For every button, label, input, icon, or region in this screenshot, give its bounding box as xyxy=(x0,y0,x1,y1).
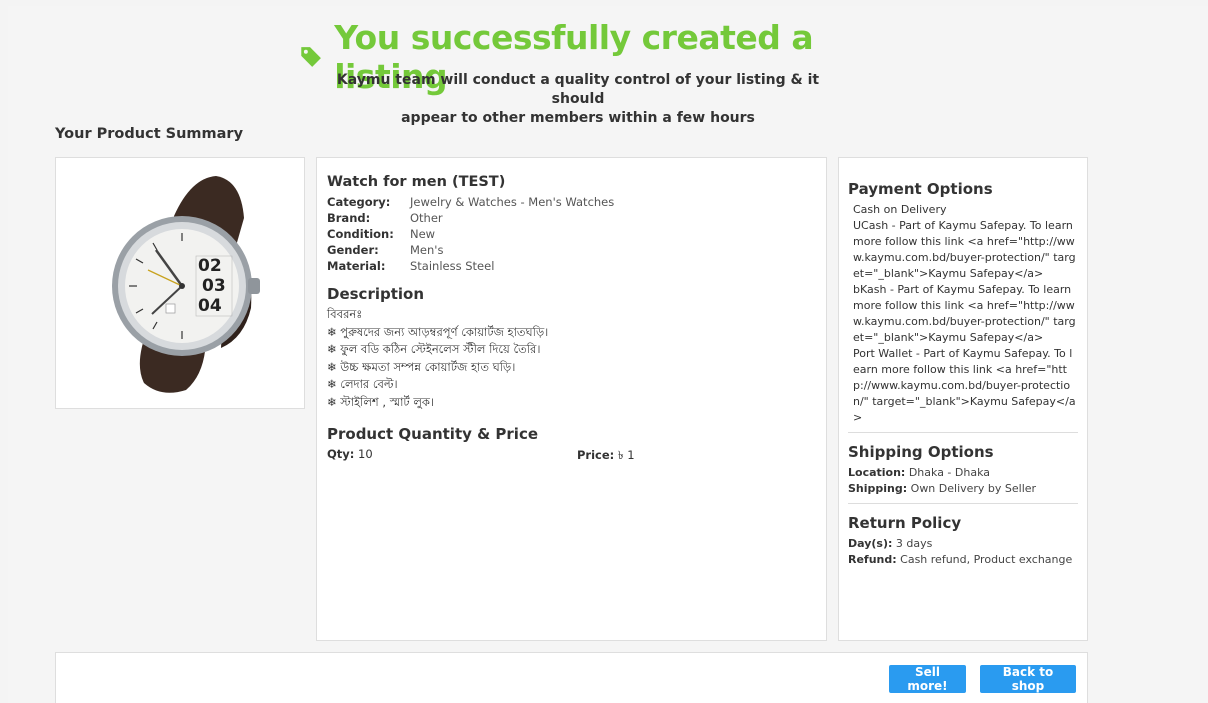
spec-key: Gender: xyxy=(327,243,379,257)
success-subtitle: Kaymu team will conduct a quality contro… xyxy=(318,71,838,128)
shipping-options-heading: Shipping Options xyxy=(848,443,994,461)
shipping-value: Own Delivery by Seller xyxy=(910,482,1037,495)
spec-value: New xyxy=(410,227,436,241)
divider xyxy=(848,432,1078,433)
watch-image: 02 03 04 xyxy=(112,176,260,393)
svg-text:02: 02 xyxy=(198,256,222,276)
action-bar: Sell more! Back to shop xyxy=(55,652,1088,703)
days-label: Day(s): xyxy=(848,537,893,550)
svg-text:03: 03 xyxy=(202,276,226,296)
return-policy-heading: Return Policy xyxy=(848,514,962,532)
location-label: Location: xyxy=(848,466,906,479)
description-line: বিবরনঃ xyxy=(327,307,363,321)
tag-icon xyxy=(301,47,321,67)
qty-label: Qty: xyxy=(327,447,355,461)
subtitle-line: appear to other members within a few hou… xyxy=(401,110,755,126)
sell-more-button[interactable]: Sell more! xyxy=(889,665,966,693)
return-days: Day(s): 3 days xyxy=(848,536,1078,552)
payment-options-heading: Payment Options xyxy=(848,180,993,198)
quantity: Qty: 10 xyxy=(327,447,577,466)
description-line: ❄ লেদার বেল্ট। xyxy=(327,377,398,391)
product-image-card: 02 03 04 xyxy=(55,157,305,409)
description-line: ❄ উচ্চ ক্ষমতা সম্পন্ন কোয়ার্টজ হাত ঘড়ি… xyxy=(327,359,516,374)
spec-value: Other xyxy=(410,211,443,225)
description-line: ❄ স্টাইলিশ , স্মার্ট লুক। xyxy=(327,394,435,409)
payment-option: Port Wallet - Part of Kaymu Safepay. To … xyxy=(853,347,1076,424)
price-value: ৳ 1 xyxy=(617,448,635,462)
svg-text:04: 04 xyxy=(198,296,222,316)
spec-row-condition: Condition: New xyxy=(327,226,816,242)
shipping-location: Location: Dhaka - Dhaka xyxy=(848,465,1078,481)
description-line: ❄ পুরুষদের জন্য আড়ম্বরপূর্ণ কোয়ার্টজ হ… xyxy=(327,324,549,339)
qty-value: 10 xyxy=(358,447,373,461)
spec-key: Brand: xyxy=(327,211,371,225)
refund-value: Cash refund, Product exchange xyxy=(900,553,1073,566)
subtitle-line: Kaymu team will conduct a quality contro… xyxy=(336,72,820,107)
spec-value: Stainless Steel xyxy=(410,259,495,273)
shipping-label: Shipping: xyxy=(848,482,908,495)
description-line: ❄ ফুল বডি কঠিন স্টেইনলেস স্টীল দিয়ে তৈর… xyxy=(327,342,541,356)
shipping-method: Shipping: Own Delivery by Seller xyxy=(848,481,1078,497)
location-value: Dhaka - Dhaka xyxy=(908,466,990,479)
spec-value: Jewelry & Watches - Men's Watches xyxy=(410,195,615,209)
price-label: Price: xyxy=(577,448,615,462)
spec-row-gender: Gender: Men's xyxy=(327,242,816,258)
payment-option: Cash on Delivery xyxy=(853,203,947,216)
days-value: 3 days xyxy=(895,537,933,550)
spec-key: Material: xyxy=(327,259,386,273)
return-refund: Refund: Cash refund, Product exchange xyxy=(848,552,1078,568)
refund-label: Refund: xyxy=(848,553,897,566)
payment-option: bKash - Part of Kaymu Safepay. To learn … xyxy=(853,283,1076,344)
quantity-price-heading: Product Quantity & Price xyxy=(327,425,539,443)
spec-key: Condition: xyxy=(327,227,394,241)
spec-row-category: Category: Jewelry & Watches - Men's Watc… xyxy=(327,194,816,210)
back-to-shop-button[interactable]: Back to shop xyxy=(980,665,1076,693)
spec-key: Category: xyxy=(327,195,391,209)
product-title: Watch for men (TEST) xyxy=(327,174,506,190)
summary-heading: Your Product Summary xyxy=(55,126,244,142)
price: Price: ৳ 1 xyxy=(577,447,635,466)
spec-row-material: Material: Stainless Steel xyxy=(327,258,816,274)
options-card: Payment Options Cash on Delivery UCash -… xyxy=(838,157,1088,641)
spec-value: Men's xyxy=(410,243,444,257)
product-detail-card: Watch for men (TEST) Category: Jewelry &… xyxy=(316,157,827,641)
payment-option: UCash - Part of Kaymu Safepay. To learn … xyxy=(853,219,1076,280)
page: You successfully created a listing Kaymu… xyxy=(8,6,1208,703)
quantity-price-row: Qty: 10 Price: ৳ 1 xyxy=(327,447,816,466)
description-heading: Description xyxy=(327,285,425,303)
divider xyxy=(848,503,1078,504)
spec-row-brand: Brand: Other xyxy=(327,210,816,226)
